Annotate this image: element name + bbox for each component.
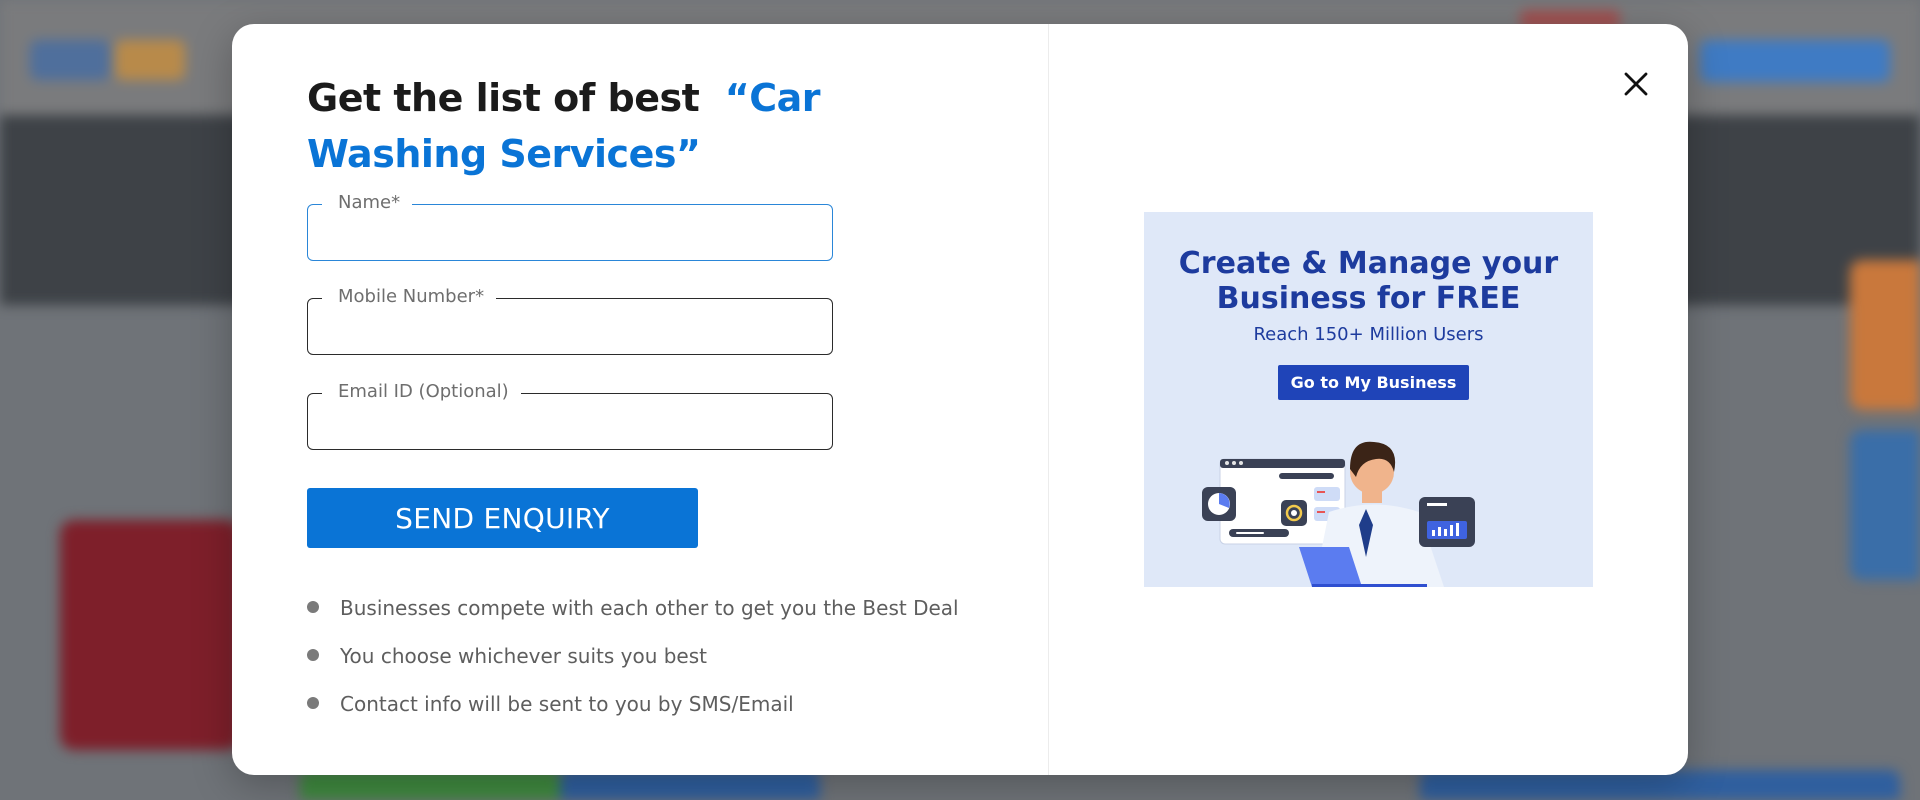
bg-header-button — [1700, 40, 1890, 82]
name-field[interactable]: Name* — [307, 192, 833, 261]
bg-card — [1850, 260, 1920, 410]
send-enquiry-button[interactable]: SEND ENQUIRY — [307, 488, 698, 548]
name-input[interactable] — [308, 205, 832, 260]
go-to-my-business-button[interactable]: Go to My Business — [1278, 365, 1469, 400]
benefit-text: You choose whichever suits you best — [340, 644, 707, 668]
bullet-icon — [307, 697, 319, 709]
bg-card — [60, 520, 240, 750]
modal-title: Get the list of best “Car Washing Servic… — [307, 70, 987, 182]
enquiry-modal: Get the list of best “Car Washing Servic… — [232, 24, 1688, 775]
email-input[interactable] — [308, 394, 832, 449]
modal-divider — [1048, 24, 1049, 775]
ad-subtitle: Reach 150+ Million Users — [1253, 324, 1484, 345]
list-item: You choose whichever suits you best — [307, 632, 959, 680]
mobile-number-input[interactable] — [308, 299, 832, 354]
bg-logo-secondary — [115, 40, 185, 80]
close-button[interactable] — [1616, 64, 1656, 104]
ad-title: Create & Manage your Business for FREE — [1144, 246, 1593, 316]
bullet-icon — [307, 601, 319, 613]
mobile-number-field[interactable]: Mobile Number* — [307, 286, 833, 355]
ad-title-line2: Business for FREE — [1216, 281, 1521, 316]
bg-card — [1850, 430, 1920, 580]
close-icon[interactable] — [1616, 64, 1656, 104]
email-field[interactable]: Email ID (Optional) — [307, 381, 833, 450]
ad-title-line1: Create & Manage your — [1178, 246, 1559, 281]
bg-logo — [30, 40, 110, 80]
benefit-text: Businesses compete with each other to ge… — [340, 596, 959, 620]
bullet-icon — [307, 649, 319, 661]
business-illustration — [1202, 441, 1475, 587]
list-item: Contact info will be sent to you by SMS/… — [307, 680, 959, 728]
list-item: Businesses compete with each other to ge… — [307, 584, 959, 632]
benefits-list: Businesses compete with each other to ge… — [307, 584, 959, 728]
my-business-ad-banner[interactable]: Create & Manage your Business for FREE R… — [1144, 212, 1593, 587]
title-prefix: Get the list of best — [307, 76, 700, 120]
benefit-text: Contact info will be sent to you by SMS/… — [340, 692, 794, 716]
